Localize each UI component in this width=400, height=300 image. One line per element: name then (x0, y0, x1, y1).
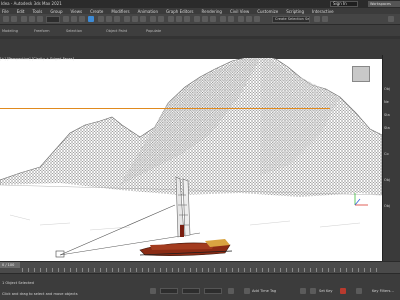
cmd-new[interactable]: Ne (384, 100, 389, 104)
material-editor-icon[interactable] (184, 16, 190, 22)
menu-customize[interactable]: Customize (257, 9, 278, 14)
cmd-object-b[interactable]: Obj (384, 204, 390, 208)
perspective-viewport[interactable] (0, 55, 382, 261)
render-icon[interactable] (210, 16, 216, 22)
toolbar-overflow-icon[interactable] (388, 16, 394, 22)
select-and-move-icon[interactable] (88, 16, 94, 22)
timeline-ticks (22, 268, 382, 272)
ribbon: Modeling Freeform Selection Object Paint… (0, 25, 400, 39)
cmd-object-type[interactable]: Obj (384, 87, 390, 91)
add-time-tag[interactable]: Add Time Tag (252, 289, 276, 293)
sign-in-button[interactable]: Sign In (330, 1, 358, 7)
x-coord-field[interactable] (160, 288, 178, 294)
menu-modifiers[interactable]: Modifiers (111, 9, 129, 14)
time-slider[interactable]: 0 / 100 (0, 262, 20, 268)
named-selection-set-dropdown[interactable]: Create Selection Se (272, 16, 310, 23)
viewport-label[interactable]: [+] [Perspective] [Clarity + Edged Faces… (0, 57, 74, 61)
snap-toggle-icon[interactable] (124, 16, 130, 22)
tab-selection[interactable]: Selection (66, 29, 82, 33)
bind-space-warp-icon[interactable] (37, 16, 43, 22)
percent-snap-icon[interactable] (140, 16, 146, 22)
selection-filter-dropdown[interactable] (46, 16, 60, 23)
status-bar: 1 Object Selected Click and drag to sele… (0, 273, 400, 300)
select-and-rotate-icon[interactable] (98, 16, 104, 22)
tab-freeform[interactable]: Freeform (34, 29, 50, 33)
menu-interactive[interactable]: Interactive (312, 9, 334, 14)
z-coord-field[interactable] (204, 288, 222, 294)
selection-status: 1 Object Selected (2, 281, 34, 285)
align-icon[interactable] (158, 16, 164, 22)
main-toolbar: Create Selection Se (0, 14, 400, 25)
tab-modeling[interactable]: Modeling (2, 29, 18, 33)
title-bar: Idea - Autodesk 3ds Max 2021 Sign In Wor… (0, 0, 400, 8)
menu-group[interactable]: Group (50, 9, 62, 14)
link-icon[interactable] (21, 16, 27, 22)
curve-editor-icon[interactable] (176, 16, 182, 22)
menu-tools[interactable]: Tools (32, 9, 42, 14)
track-view-icon[interactable] (246, 16, 252, 22)
menu-rendering[interactable]: Rendering (202, 9, 222, 14)
teapot-render-icon[interactable] (228, 16, 234, 22)
cmd-compound[interactable]: Co (384, 152, 389, 156)
render-setup-icon[interactable] (194, 16, 200, 22)
angle-snap-icon[interactable] (132, 16, 138, 22)
undo-icon[interactable] (3, 16, 9, 22)
menu-views[interactable]: Views (71, 9, 83, 14)
mirror-tool-icon[interactable] (322, 16, 328, 22)
menu-graph-editors[interactable]: Graph Editors (166, 9, 193, 14)
cmd-standard-2[interactable]: Sta (384, 126, 390, 130)
unlink-icon[interactable] (29, 16, 35, 22)
viewcube[interactable] (352, 66, 370, 82)
menu-scripting[interactable]: Scripting (286, 9, 304, 14)
key-mode-icon[interactable] (340, 288, 346, 294)
key-filters[interactable]: Key Filters... (372, 289, 394, 293)
menu-animation[interactable]: Animation (138, 9, 158, 14)
arnold-icon[interactable] (220, 16, 226, 22)
select-object-icon[interactable] (63, 16, 69, 22)
place-icon[interactable] (114, 16, 120, 22)
set-key-icon[interactable] (310, 288, 316, 294)
menu-create[interactable]: Create (90, 9, 103, 14)
scene-explorer-icon[interactable] (254, 16, 260, 22)
window-title: Idea - Autodesk 3ds Max 2021 (1, 1, 62, 6)
menu-edit[interactable]: Edit (17, 9, 25, 14)
tab-object-paint[interactable]: Object Paint (106, 29, 127, 33)
grid-icon[interactable] (228, 288, 234, 294)
command-panel (382, 55, 400, 261)
workspaces-dropdown[interactable]: Workspaces (368, 1, 400, 7)
time-tag-icon[interactable] (244, 288, 250, 294)
tab-populate[interactable]: Populate (146, 29, 161, 33)
mirror-icon[interactable] (150, 16, 156, 22)
menu-civil-view[interactable]: Civil View (230, 9, 249, 14)
viewport-scene (0, 55, 382, 261)
render-frame-icon[interactable] (202, 16, 208, 22)
lock-selection-icon[interactable] (150, 288, 156, 294)
schematic-view-icon[interactable] (238, 16, 244, 22)
region-select-icon[interactable] (79, 16, 85, 22)
set-key-label[interactable]: Set Key (319, 289, 333, 293)
play-icon[interactable] (356, 288, 362, 294)
layer-explorer-icon[interactable] (168, 16, 174, 22)
prompt-hint: Click and drag to select and move object… (2, 292, 78, 296)
cmd-standard[interactable]: Sta (384, 113, 390, 117)
menu-file[interactable]: File (2, 9, 9, 14)
orange-grid-line (0, 108, 330, 109)
select-by-name-icon[interactable] (71, 16, 77, 22)
y-coord-field[interactable] (182, 288, 200, 294)
auto-key-icon[interactable] (300, 288, 306, 294)
cmd-object-a[interactable]: Obj (384, 178, 390, 182)
ribbon-divider (0, 36, 400, 39)
redo-icon[interactable] (11, 16, 17, 22)
select-and-scale-icon[interactable] (106, 16, 112, 22)
edit-named-selection-icon[interactable] (314, 16, 320, 22)
